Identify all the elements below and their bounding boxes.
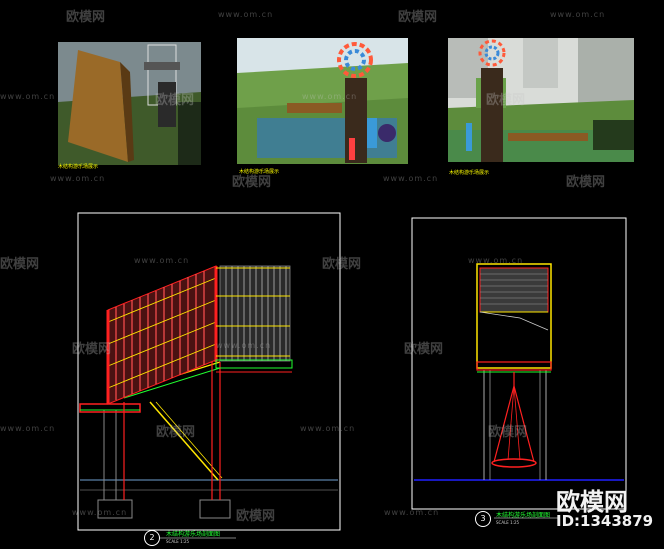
watermark-logo: 欧模网 xyxy=(232,175,272,190)
watermark-logo: 欧模网 xyxy=(566,175,606,190)
watermark-logo: 欧模网 xyxy=(322,257,362,272)
watermark-url: www.om.cn xyxy=(383,174,439,183)
watermark-url: www.om.cn xyxy=(216,341,272,350)
drawing-3-number: 3 xyxy=(475,511,491,527)
watermark-url: www.om.cn xyxy=(0,92,56,101)
drawing-3-scale: SCALE 1:25 xyxy=(496,520,520,525)
watermark-logo: 欧模网 xyxy=(156,425,196,440)
cad-canvas: 木结构游乐场展示 木结构游乐场展示 木结构游乐场展示 2 木结构游乐场剖面图 S… xyxy=(0,0,664,549)
watermark-logo: 欧模网 xyxy=(155,93,195,108)
watermark-logo: 欧模网 xyxy=(398,10,438,25)
watermark-logo: 欧模网 xyxy=(486,93,526,108)
watermark-url: www.om.cn xyxy=(218,10,274,19)
model-id: ID:1343879 xyxy=(556,512,654,530)
watermark-logo: 欧模网 xyxy=(66,10,106,25)
watermark-url: www.om.cn xyxy=(134,256,190,265)
watermark-url: www.om.cn xyxy=(550,10,606,19)
watermark-url: www.om.cn xyxy=(0,424,56,433)
watermark-url: www.om.cn xyxy=(300,424,356,433)
section-drawing-3 xyxy=(411,217,627,519)
watermark-logo: 欧模网 xyxy=(404,342,444,357)
drawing-3-title: 木结构游乐场剖面图 xyxy=(496,512,551,519)
watermark-url: www.om.cn xyxy=(50,174,106,183)
watermark-logo: 欧模网 xyxy=(488,425,528,440)
watermark-url: www.om.cn xyxy=(302,92,358,101)
watermark-url: www.om.cn xyxy=(468,256,524,265)
watermark-logo: 欧模网 xyxy=(0,257,40,272)
watermark-url: www.om.cn xyxy=(384,508,440,517)
watermark-logo: 欧模网 xyxy=(72,342,112,357)
watermark-logo: 欧模网 xyxy=(236,509,276,524)
watermark-url: www.om.cn xyxy=(72,508,128,517)
